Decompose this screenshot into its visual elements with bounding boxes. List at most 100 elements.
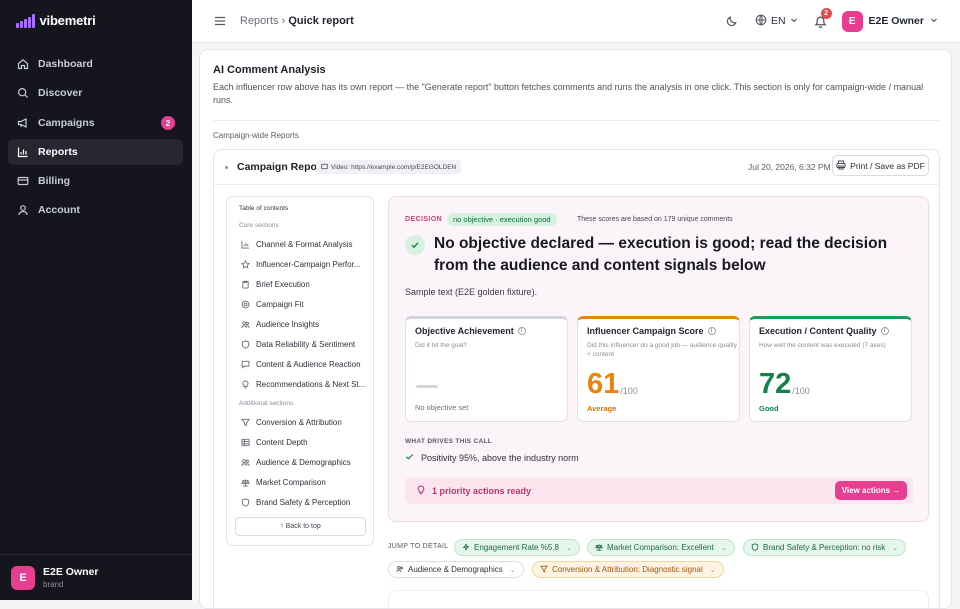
lightbulb-icon [241,379,250,389]
target-icon [241,300,250,309]
toc-item-content-depth[interactable]: Content Depth [241,436,369,448]
toc-core-label: Core sections [239,222,279,229]
sidebar-item-discover[interactable]: Discover [8,80,183,106]
toc-item-conversion[interactable]: Conversion & Attribution [241,416,369,428]
sidebar: vibemetri Dashboard Discover Campaigns 2… [0,0,192,600]
language-value: EN [770,15,786,27]
score-rating: Average [587,404,617,413]
user-icon [17,204,29,216]
back-to-top-button[interactable]: ↑ Back to top [235,517,366,536]
chip-market-comparison[interactable]: Market Comparison: Excellent ⌄ [587,539,735,556]
card-subtitle: How well the content was executed (7 axe… [759,342,886,349]
toc-item-channel-format[interactable]: Channel & Format Analysis [241,238,369,250]
info-icon[interactable]: i [880,327,889,335]
check-circle-icon [405,235,425,255]
toc-item-campaign-fit[interactable]: Campaign Fit [241,298,369,310]
breadcrumb-separator: › [281,15,286,27]
chip-audience-demographics[interactable]: Audience & Demographics ⌄ [388,561,524,578]
campaign-wide-label: Campaign-wide Reports [213,131,299,140]
decision-status-badge: no objective · execution good [447,213,557,226]
score-value: 72 [759,368,792,400]
avatar: E [11,565,35,590]
info-icon[interactable]: i [517,327,526,335]
toc-item-audience-insights[interactable]: Audience Insights [241,318,369,330]
decision-headline: No objective declared — execution is goo… [434,235,888,274]
bar-chart-icon [17,146,29,158]
toc-item-influencer-campaign[interactable]: Influencer-Campaign Perfor... [241,258,369,270]
chevron-down-icon: ⌄ [565,544,572,552]
star-icon [241,259,250,269]
sidebar-item-account[interactable]: Account [8,197,183,223]
collapse-indicator-icon[interactable] [225,166,228,169]
sidebar-item-label: Account [38,204,80,217]
video-link-pill[interactable]: Video: https://example.com/p/E2EGOLDEN [316,160,462,174]
toc-title: Table of contents [239,205,289,212]
chevron-down-icon: ⌄ [720,544,727,552]
sidebar-user-menu[interactable]: E E2E Owner brand [0,554,192,600]
objective-achievement-card: Objective Achievement i Did it hit the go… [405,316,568,422]
brand-logo[interactable]: vibemetri [16,13,96,28]
toc-item-label: Data Reliability & Sentiment [256,339,356,349]
chevron-down-icon [790,15,798,27]
sidebar-item-label: Billing [38,175,71,188]
clipboard-icon [241,280,250,289]
users-icon [241,458,250,467]
moon-icon[interactable] [725,14,739,28]
chip-engagement-rate[interactable]: Engagement Rate %5.8 ⌄ [454,539,580,556]
campaigns-count-badge: 2 [161,115,175,130]
score-denominator: /100 [792,386,810,396]
chip-brand-safety[interactable]: Brand Safety & Perception: no risk ⌄ [743,539,907,556]
chevron-down-icon [930,15,938,27]
info-icon[interactable]: i [707,327,716,335]
print-save-pdf-button[interactable]: Print / Save as PDF [832,155,929,176]
card-subtitle: Did this influencer do a good job — audi… [587,342,737,358]
sidebar-user-role: brand [43,580,64,589]
toc-item-content-reaction[interactable]: Content & Audience Reaction [241,358,369,370]
bell-icon[interactable]: 2 [814,8,832,28]
printer-icon [836,160,846,172]
shield-icon [751,542,759,553]
toc-item-data-reliability[interactable]: Data Reliability & Sentiment [241,338,369,350]
report-header[interactable]: Campaign Report Video: https://example.c… [214,150,939,185]
sidebar-item-label: Discover [38,87,83,100]
toc-item-label: Market Comparison [256,477,326,487]
toc-item-label: Content & Audience Reaction [256,359,361,369]
toc-item-recommendations[interactable]: Recommendations & Next St... [241,378,369,390]
user-menu[interactable]: E E2E Owner [841,10,938,32]
scale-icon [241,478,250,487]
toc-item-market-comparison[interactable]: Market Comparison [241,476,369,488]
funnel-icon [241,418,250,427]
sidebar-item-reports[interactable]: Reports [8,138,183,165]
check-icon [405,452,414,463]
chip-label: Conversion & Attribution: Diagnostic sig… [552,565,703,574]
video-url: Video: https://example.com/p/E2EGOLDEN [331,163,457,171]
scale-icon [595,543,603,553]
sidebar-item-label: Reports [38,145,78,158]
sidebar-item-dashboard[interactable]: Dashboard [8,51,183,77]
sidebar-item-billing[interactable]: Billing [8,168,183,194]
score-rating: Good [759,404,779,413]
breadcrumb: Reports › Quick report [240,15,354,27]
toc-item-brief-execution[interactable]: Brief Execution [241,278,369,290]
print-button-label: Print / Save as PDF [850,160,925,171]
view-actions-button[interactable]: View actions → [835,481,907,500]
campaign-report: Campaign Report Video: https://example.c… [213,149,940,608]
sidebar-item-campaigns[interactable]: Campaigns 2 [8,110,183,136]
search-icon [17,87,29,99]
chip-label: Brand Safety & Perception: no risk [763,543,886,552]
toc-item-brand-safety[interactable]: Brand Safety & Perception [241,496,369,508]
chip-label: Engagement Rate %5.8 [474,543,559,552]
chip-conversion-attribution[interactable]: Conversion & Attribution: Diagnostic sig… [532,561,724,578]
toc-item-audience-demographics[interactable]: Audience & Demographics [241,456,369,468]
sidebar-nav: Dashboard Discover Campaigns 2 Reports B… [8,51,183,227]
globe-icon [755,14,767,29]
shield-icon [241,497,250,507]
language-select[interactable]: EN [755,14,798,29]
toc-item-label: Influencer-Campaign Perfor... [256,259,361,269]
card-title: Objective Achievement [415,326,514,336]
menu-toggle-icon[interactable] [214,15,226,27]
driver-item: Positivity 95%, above the industry norm [405,452,579,463]
credit-card-icon [17,175,29,187]
no-objective-label: No objective set [415,403,469,412]
breadcrumb-reports[interactable]: Reports [240,15,279,27]
